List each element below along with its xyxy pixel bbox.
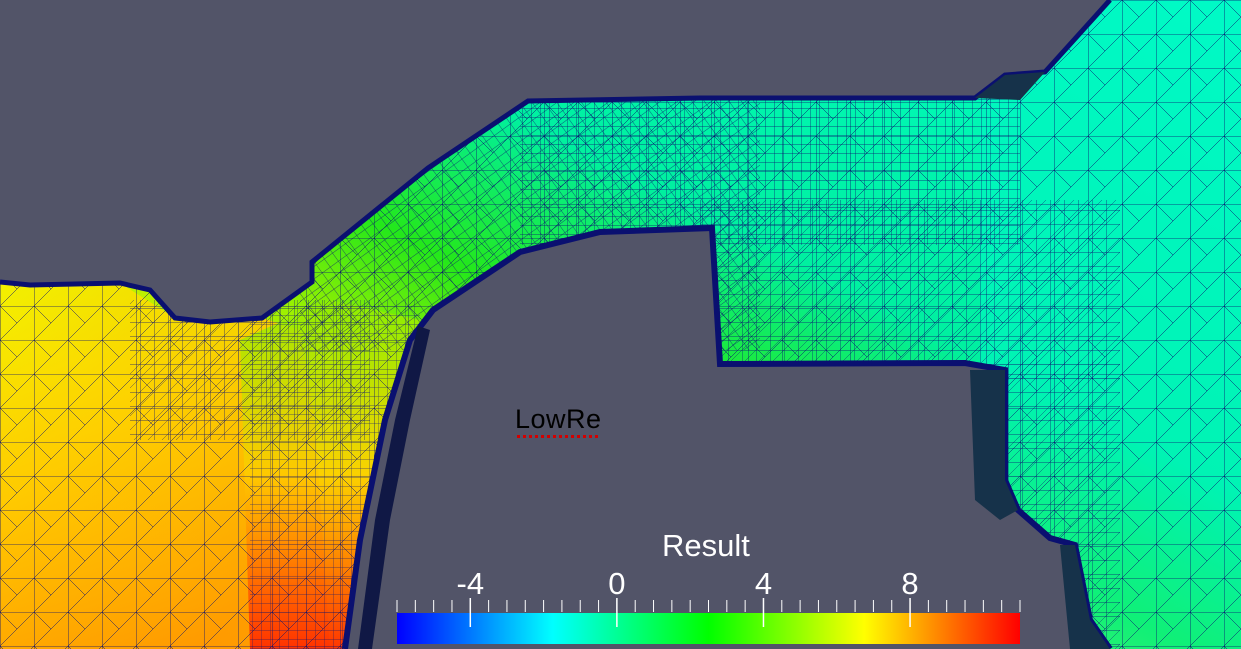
colorbar-tick-label: 0 [608,566,626,601]
colorbar-tick-label: -4 [456,566,485,601]
colorbar [396,598,1021,644]
colorbar-tick-label: 4 [754,566,773,601]
mesh-scene [0,0,1241,649]
render-viewport[interactable]: LowRe Result -4 0 4 8 [0,0,1241,649]
case-annotation-text: LowRe [515,404,602,438]
colorbar-title: Result [662,528,750,563]
colorbar-minor-ticks [396,600,1021,612]
colorbar-tick-label: 8 [901,566,919,601]
colorbar-gradient [397,613,1020,644]
